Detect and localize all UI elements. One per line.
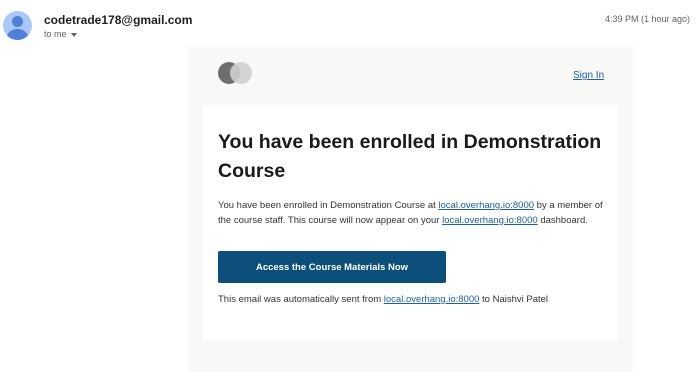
brand-logo-icon <box>218 62 252 84</box>
email-body-container: Sign In You have been enrolled in Demons… <box>188 47 633 372</box>
sign-in-link[interactable]: Sign In <box>573 70 604 81</box>
sender-email[interactable]: codetrade178@gmail.com <box>44 13 192 27</box>
paragraph-text-3: dashboard. <box>537 214 588 226</box>
footer-text-1: This email was automatically sent from <box>218 294 384 305</box>
chevron-down-icon[interactable] <box>70 32 77 37</box>
platform-link-2[interactable]: local.overhang.io:8000 <box>442 215 538 226</box>
paragraph-text-1: You have been enrolled in Demonstration … <box>218 200 439 211</box>
footer-platform-link[interactable]: local.overhang.io:8000 <box>384 294 480 305</box>
access-course-button[interactable]: Access the Course Materials Now <box>218 251 446 283</box>
platform-link-1[interactable]: local.overhang.io:8000 <box>438 200 534 211</box>
sender-avatar[interactable] <box>3 11 32 40</box>
avatar-body <box>7 29 28 40</box>
email-card: You have been enrolled in Demonstration … <box>203 105 618 341</box>
footer-text-2: to Naishvi Patel <box>479 294 549 305</box>
email-footer: This email was automatically sent from l… <box>218 294 548 305</box>
avatar-head <box>12 16 23 27</box>
email-timestamp: 4:39 PM (1 hour ago) <box>604 14 690 24</box>
recipient-details[interactable]: to me <box>44 29 77 39</box>
email-title: You have been enrolled in Demonstration … <box>218 131 602 182</box>
email-paragraph: You have been enrolled in Demonstration … <box>218 199 608 228</box>
recipient-label: to me <box>44 29 67 39</box>
